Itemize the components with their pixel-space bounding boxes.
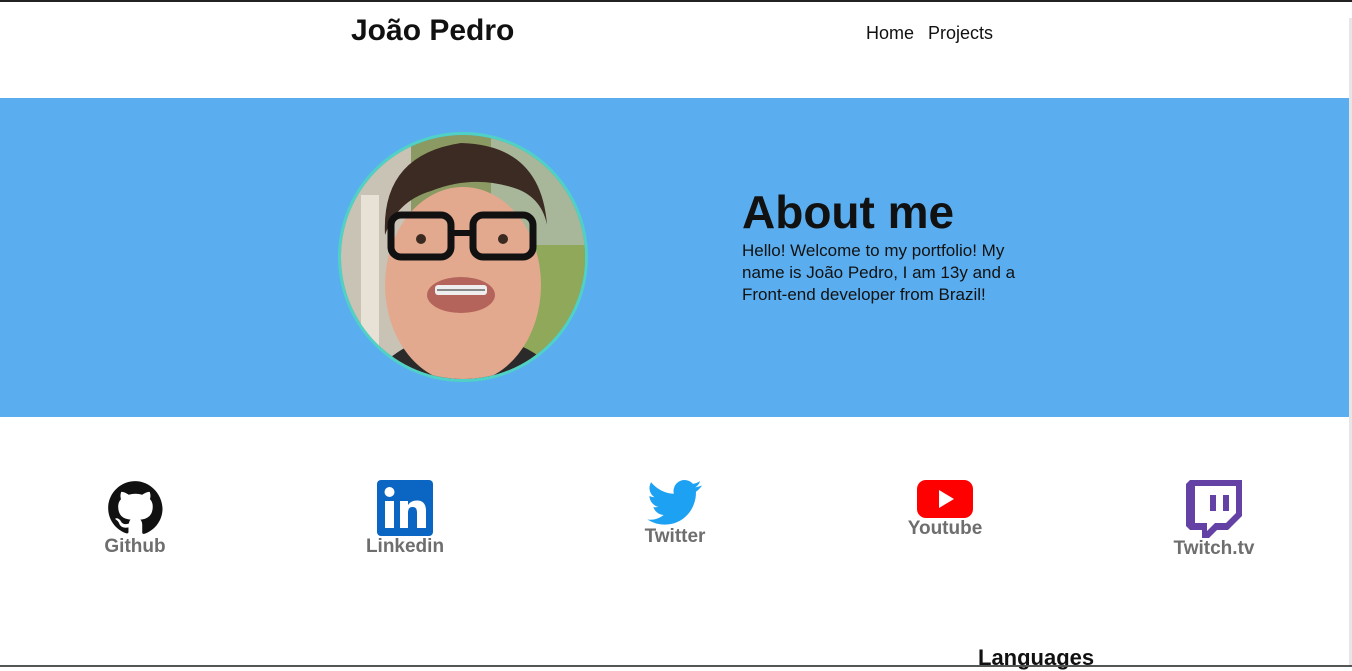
social-link-linkedin[interactable]: Linkedin [335,480,475,558]
about-title: About me [742,186,955,238]
about-description: Hello! Welcome to my portfolio! My name … [742,241,1016,304]
social-link-twitter[interactable]: Twitter [605,480,745,548]
linkedin-icon [377,480,433,536]
social-label-twitch: Twitch.tv [1173,538,1255,559]
youtube-icon [917,480,973,518]
main-nav: Home Projects [866,23,993,44]
social-label-linkedin: Linkedin [365,536,445,557]
social-label-github: Github [104,536,166,557]
social-label-twitter: Twitter [644,526,706,547]
social-label-youtube: Youtube [907,518,983,539]
twitch-icon [1186,480,1242,538]
window-top-border [0,0,1352,2]
social-link-twitch[interactable]: Twitch.tv [1144,480,1284,560]
nav-link-home[interactable]: Home [866,23,914,44]
languages-title: Languages [978,645,1095,670]
about-section: About me Hello! Welcome to my portfolio!… [0,98,1349,417]
site-brand[interactable]: João Pedro [351,14,514,48]
github-icon [108,481,163,534]
social-link-youtube[interactable]: Youtube [875,480,1015,540]
social-link-github[interactable]: Github [65,480,205,558]
nav-link-projects[interactable]: Projects [928,23,993,44]
twitter-icon [647,480,702,525]
profile-photo [341,135,585,379]
profile-avatar [338,132,588,382]
